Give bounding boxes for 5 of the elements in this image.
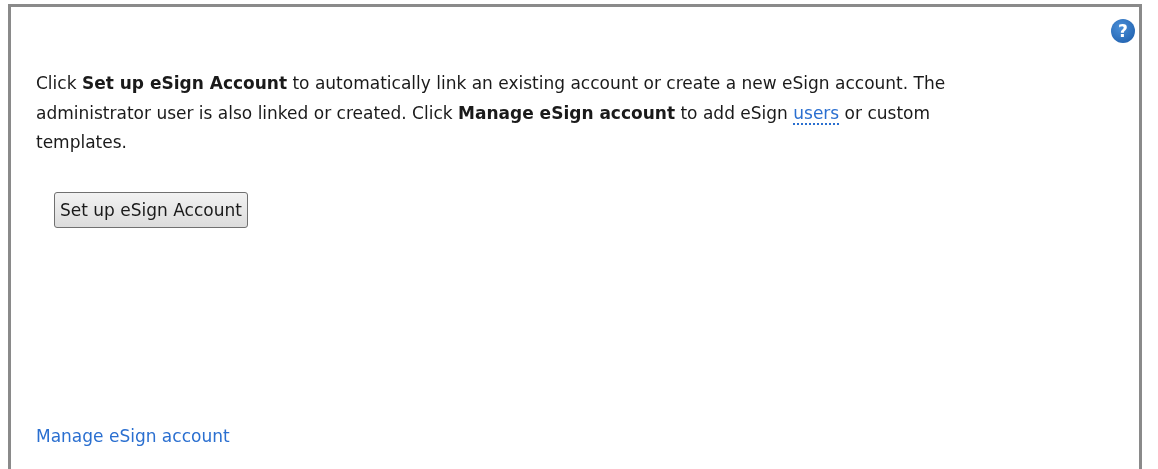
- help-icon[interactable]: ?: [1111, 19, 1135, 43]
- intro-paragraph: Click Set up eSign Account to automatically link an existing account or create a new eSign account. The administrator user is also linked or created. Click Manage eSign account to add eSign users or custom templates.: [36, 72, 947, 154]
- setup-account-button[interactable]: Set up eSign Account: [54, 191, 248, 228]
- manage-account-link[interactable]: Manage eSign account: [36, 425, 230, 446]
- users-link[interactable]: users: [793, 102, 840, 125]
